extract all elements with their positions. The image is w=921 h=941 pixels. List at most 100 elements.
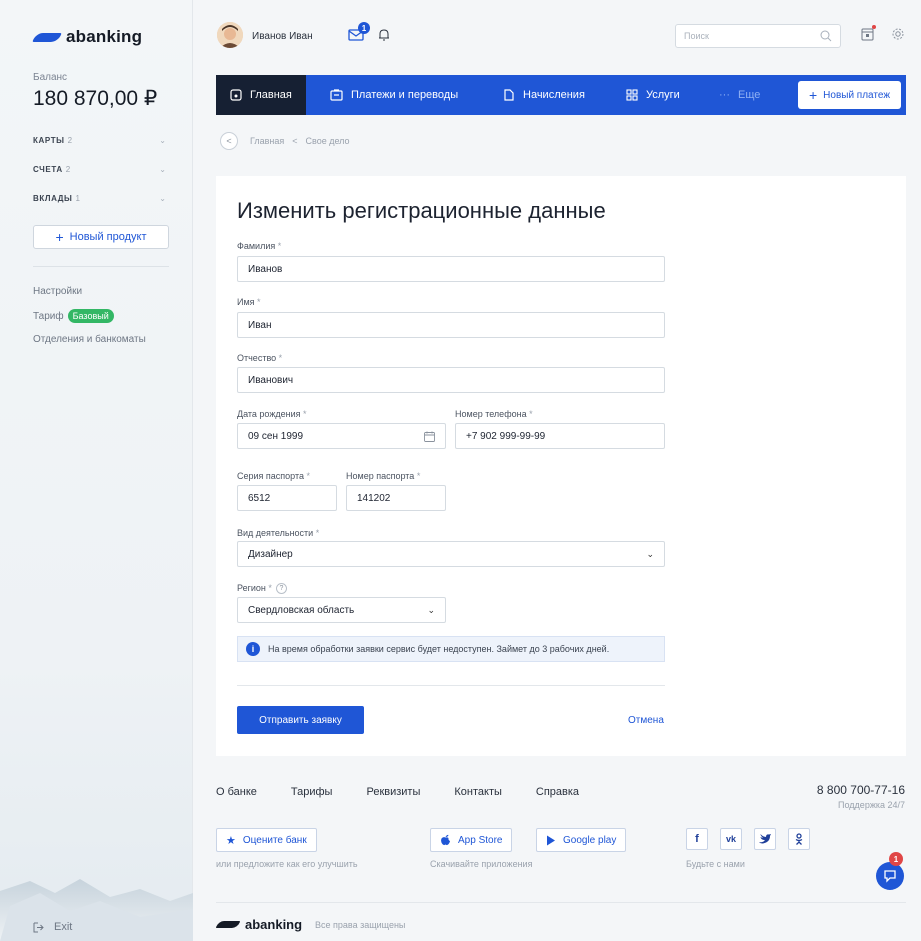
cancel-button[interactable]: Отмена — [628, 715, 664, 726]
settings-link[interactable]: Настройки — [33, 286, 82, 297]
nav-services[interactable]: Услуги — [626, 75, 680, 115]
deposits-count: 1 — [75, 194, 81, 203]
support-phone[interactable]: 8 800 700-77-16 — [817, 783, 905, 797]
name-label: Имя * — [237, 297, 261, 307]
footer-link-about[interactable]: О банке — [216, 786, 257, 798]
logo-mark-icon — [215, 921, 241, 928]
birthdate-field[interactable]: 09 сен 1999 — [237, 423, 446, 449]
new-product-button[interactable]: + Новый продукт — [33, 225, 169, 249]
apple-icon — [441, 834, 450, 846]
chevron-down-icon: ⌄ — [427, 604, 435, 615]
info-banner: i На время обработки заявки сервис будет… — [237, 636, 665, 662]
help-icon[interactable]: ? — [275, 583, 287, 595]
brand-name: abanking — [66, 27, 143, 46]
rate-bank-label: Оцените банк — [242, 834, 307, 846]
grid-icon — [626, 89, 638, 101]
name-field[interactable]: Иван — [237, 312, 665, 338]
info-icon: i — [246, 642, 260, 656]
exit-button[interactable]: Exit — [33, 921, 72, 933]
tariff-label: Тариф — [33, 310, 64, 322]
submit-button[interactable]: Отправить заявку — [237, 706, 364, 734]
name-value: Иван — [248, 319, 272, 331]
copyright-text: Все права защищены — [315, 920, 406, 930]
patronymic-field[interactable]: Иванович — [237, 367, 665, 393]
rate-bank-button[interactable]: ★ Оцените банк — [216, 828, 317, 852]
passport-number-field[interactable]: 141202 — [346, 485, 446, 511]
nav-accruals-label: Начисления — [523, 89, 585, 101]
home-icon — [230, 89, 242, 101]
nav-home-label: Главная — [250, 89, 292, 101]
plus-icon: + — [55, 229, 64, 245]
phone-label: Номер телефона * — [455, 409, 533, 419]
surname-label: Фамилия * — [237, 241, 282, 251]
passport-number-label: Номер паспорта * — [346, 471, 421, 481]
breadcrumb: Главная < Свое дело — [250, 136, 350, 146]
region-value: Свердловская область — [248, 604, 355, 616]
new-payment-button[interactable]: + Новый платеж — [798, 81, 901, 109]
vk-button[interactable]: vk — [720, 828, 742, 850]
rate-bank-subtext: или предложите как его улучшить — [216, 859, 358, 869]
brand-logo[interactable]: abanking — [32, 27, 143, 47]
facebook-button[interactable]: f — [686, 828, 708, 850]
balance-value: 180 870,00 ₽ — [33, 87, 158, 110]
passport-number-value: 141202 — [357, 492, 391, 504]
nav-home[interactable]: Главная — [216, 75, 306, 115]
footer-link-tariffs[interactable]: Тарифы — [291, 786, 333, 798]
chevron-down-icon: ⌄ — [159, 194, 166, 203]
back-button[interactable]: < — [220, 132, 238, 150]
search-icon[interactable] — [820, 30, 832, 42]
footer-links: О банке Тарифы Реквизиты Контакты Справк… — [216, 786, 613, 798]
registration-form-card: Изменить регистрационные данные Фамилия … — [216, 176, 906, 756]
sidebar-item-deposits[interactable]: ВКЛАДЫ 1 ⌄ — [33, 194, 166, 203]
app-store-label: App Store — [458, 834, 503, 846]
passport-series-field[interactable]: 6512 — [237, 485, 337, 511]
odnoklassniki-button[interactable] — [788, 828, 810, 850]
footer-logo[interactable]: abanking — [215, 917, 302, 932]
chat-badge: 1 — [889, 852, 903, 866]
social-subtext: Будьте с нами — [686, 859, 745, 869]
sidebar-item-accounts[interactable]: СЧЕТА 2 ⌄ — [33, 165, 166, 174]
twitter-icon — [759, 834, 771, 844]
chat-icon — [884, 870, 896, 883]
more-dots-icon: ··· — [719, 89, 730, 101]
accounts-label: СЧЕТА — [33, 165, 63, 174]
footer-link-contacts[interactable]: Контакты — [454, 786, 502, 798]
passport-series-label: Серия паспорта * — [237, 471, 311, 481]
plus-icon: + — [808, 87, 818, 103]
google-play-button[interactable]: Google play — [536, 828, 627, 852]
user-avatar-icon — [217, 22, 243, 48]
phone-field[interactable]: +7 902 999-99-99 — [455, 423, 665, 449]
tariff-link[interactable]: Тариф Базовый — [33, 309, 114, 323]
twitter-button[interactable] — [754, 828, 776, 850]
surname-field[interactable]: Иванов — [237, 256, 665, 282]
chat-button[interactable] — [876, 862, 904, 890]
google-play-label: Google play — [563, 834, 617, 846]
app-store-button[interactable]: App Store — [430, 828, 513, 852]
new-payment-label: Новый платеж — [823, 89, 891, 101]
footer-link-help[interactable]: Справка — [536, 786, 579, 798]
mail-badge: 1 — [358, 22, 370, 34]
nav-more[interactable]: ··· Еще — [719, 75, 760, 115]
phone-value: +7 902 999-99-99 — [466, 430, 546, 442]
avatar[interactable] — [217, 22, 243, 48]
calendar-icon[interactable] — [424, 431, 435, 442]
gear-icon[interactable] — [891, 27, 905, 41]
activity-select[interactable]: Дизайнер ⌄ — [237, 541, 665, 567]
user-name[interactable]: Иванов Иван — [252, 31, 313, 42]
sidebar-item-cards[interactable]: КАРТЫ 2 ⌄ — [33, 136, 166, 145]
logo-mark-icon — [32, 32, 62, 42]
branches-link[interactable]: Отделения и банкоматы — [33, 334, 146, 345]
region-select[interactable]: Свердловская область ⌄ — [237, 597, 446, 623]
calendar-notification-dot — [872, 25, 876, 29]
breadcrumb-current[interactable]: Свое дело — [306, 136, 350, 146]
form-divider — [237, 685, 665, 686]
balance-label: Баланс — [33, 72, 68, 83]
bell-icon[interactable] — [378, 28, 390, 42]
nav-accruals[interactable]: Начисления — [503, 75, 585, 115]
footer-link-requisites[interactable]: Реквизиты — [366, 786, 420, 798]
nav-payments[interactable]: Платежи и переводы — [330, 75, 458, 115]
nav-payments-label: Платежи и переводы — [351, 89, 459, 101]
search-input[interactable] — [684, 25, 814, 47]
breadcrumb-home[interactable]: Главная — [250, 136, 284, 146]
calendar-icon[interactable] — [861, 27, 874, 41]
